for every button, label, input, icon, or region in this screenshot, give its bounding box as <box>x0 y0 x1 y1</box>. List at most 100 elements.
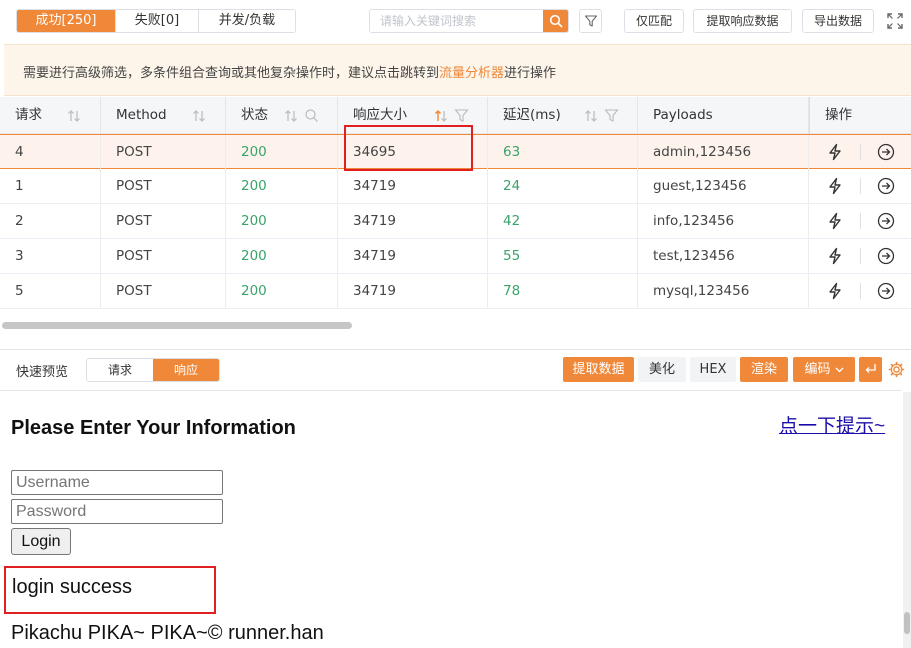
preview-mode-switch: 请求 响应 <box>86 358 220 382</box>
notice-banner: 需要进行高级筛选，多条件组合查询或其他复杂操作时，建议点击跳转到流量分析器进行操… <box>4 44 911 96</box>
cell-latency: 78 <box>488 274 638 308</box>
cell-request: 2 <box>0 204 101 238</box>
divider <box>860 178 861 194</box>
column-label: 响应大小 <box>353 107 407 123</box>
arrow-circle-right-icon[interactable] <box>877 143 895 161</box>
search-icon <box>549 14 562 28</box>
cell-latency: 42 <box>488 204 638 238</box>
cell-request: 5 <box>0 274 101 308</box>
cell-status: 200 <box>226 169 338 203</box>
chevron-down-icon <box>835 367 843 373</box>
annotation-box-result <box>4 566 216 614</box>
cell-method: POST <box>101 274 226 308</box>
cell-latency: 63 <box>488 135 638 169</box>
bolt-icon[interactable] <box>826 212 844 230</box>
cell-method: POST <box>101 169 226 203</box>
cell-payload: mysql,123456 <box>638 274 809 308</box>
wrap-button[interactable] <box>859 357 882 382</box>
beautify-button[interactable]: 美化 <box>638 357 686 382</box>
notice-text: 需要进行高级筛选，多条件组合查询或其他复杂操作时，建议点击跳转到流量分析器进行操… <box>23 62 556 81</box>
cell-size: 34719 <box>338 204 488 238</box>
cell-status: 200 <box>226 135 338 169</box>
panel-divider[interactable] <box>0 349 911 350</box>
arrow-circle-right-icon[interactable] <box>877 177 895 195</box>
tab-failed[interactable]: 失败[0] <box>115 10 198 32</box>
column-header-latency[interactable]: 延迟(ms) <box>488 97 638 134</box>
cell-payload: admin,123456 <box>638 135 809 169</box>
column-label: Method <box>116 107 167 123</box>
table-row[interactable]: 3 POST 200 34719 55 test,123456 <box>0 239 911 274</box>
divider <box>860 213 861 229</box>
traffic-analyzer-link[interactable]: 流量分析器 <box>439 66 504 81</box>
intruder-results-panel: 成功[250] 失败[0] 并发/负载 仅匹配 提取响应数据 导出数据 <box>0 0 911 648</box>
search-icon[interactable] <box>304 108 319 123</box>
gear-icon[interactable] <box>888 361 905 378</box>
cell-status: 200 <box>226 274 338 308</box>
quick-preview-label: 快速预览 <box>16 365 69 380</box>
cell-size: 34719 <box>338 274 488 308</box>
arrow-circle-right-icon[interactable] <box>877 247 895 265</box>
password-field[interactable] <box>11 499 223 524</box>
extract-data-button[interactable]: 提取数据 <box>563 357 634 382</box>
annotation-box-size <box>344 125 473 171</box>
sort-icon[interactable] <box>583 109 599 123</box>
export-button[interactable]: 导出数据 <box>802 9 874 33</box>
login-button[interactable]: Login <box>11 528 71 555</box>
render-button[interactable]: 渲染 <box>740 357 788 382</box>
divider <box>860 283 861 299</box>
search-button[interactable] <box>543 10 568 32</box>
encoding-dropdown[interactable]: 编码 <box>793 357 855 382</box>
cell-request: 4 <box>0 135 101 169</box>
notice-text-before: 需要进行高级筛选，多条件组合查询或其他复杂操作时，建议点击跳转到 <box>23 66 440 81</box>
vertical-scrollbar-thumb[interactable] <box>904 612 910 634</box>
horizontal-scrollbar-thumb[interactable] <box>2 322 352 329</box>
bolt-icon[interactable] <box>826 177 844 195</box>
cell-payload: test,123456 <box>638 239 809 273</box>
extract-response-button[interactable]: 提取响应数据 <box>693 9 792 33</box>
cell-size: 34719 <box>338 239 488 273</box>
tab-response[interactable]: 响应 <box>153 359 219 381</box>
table-row[interactable]: 2 POST 200 34719 42 info,123456 <box>0 204 911 239</box>
tab-success[interactable]: 成功[250] <box>17 10 115 32</box>
sort-icon[interactable] <box>283 109 299 123</box>
bolt-icon[interactable] <box>826 247 844 265</box>
bolt-icon[interactable] <box>826 143 844 161</box>
search-input[interactable] <box>370 10 544 32</box>
filter-icon[interactable] <box>604 108 619 123</box>
column-header-status[interactable]: 状态 <box>226 97 338 134</box>
cell-latency: 55 <box>488 239 638 273</box>
page-heading: Please Enter Your Information <box>11 417 296 439</box>
filter-icon[interactable] <box>454 108 469 123</box>
cell-payload: info,123456 <box>638 204 809 238</box>
expand-icon[interactable] <box>886 12 904 30</box>
column-header-request[interactable]: 请求 <box>0 97 101 134</box>
sort-icon[interactable] <box>433 109 449 123</box>
table-row[interactable]: 1 POST 200 34719 24 guest,123456 <box>0 169 911 204</box>
column-label: 状态 <box>241 107 268 123</box>
bolt-icon[interactable] <box>826 282 844 300</box>
table-row[interactable]: 5 POST 200 34719 78 mysql,123456 <box>0 274 911 309</box>
column-header-method[interactable]: Method <box>101 97 226 134</box>
tab-concurrency[interactable]: 并发/负载 <box>198 10 295 32</box>
wrap-icon <box>865 364 876 373</box>
arrow-circle-right-icon[interactable] <box>877 212 895 230</box>
match-only-button[interactable]: 仅匹配 <box>624 9 684 33</box>
vertical-scrollbar[interactable] <box>903 392 911 648</box>
cell-latency: 24 <box>488 169 638 203</box>
arrow-circle-right-icon[interactable] <box>877 282 895 300</box>
hint-link[interactable]: 点一下提示~ <box>779 411 885 438</box>
result-tabs: 成功[250] 失败[0] 并发/负载 <box>16 9 296 33</box>
search-box <box>369 9 569 33</box>
hex-button[interactable]: HEX <box>690 357 736 382</box>
cell-method: POST <box>101 204 226 238</box>
sort-icon[interactable] <box>66 109 82 123</box>
sort-icon[interactable] <box>191 109 207 123</box>
column-header-payloads: Payloads <box>638 97 809 134</box>
username-field[interactable] <box>11 470 223 495</box>
encoding-label: 编码 <box>804 362 831 377</box>
tab-request[interactable]: 请求 <box>87 359 153 381</box>
column-label: 延迟(ms) <box>503 107 561 123</box>
column-label: 请求 <box>15 107 42 123</box>
filter-button[interactable] <box>579 9 602 33</box>
cell-method: POST <box>101 135 226 169</box>
